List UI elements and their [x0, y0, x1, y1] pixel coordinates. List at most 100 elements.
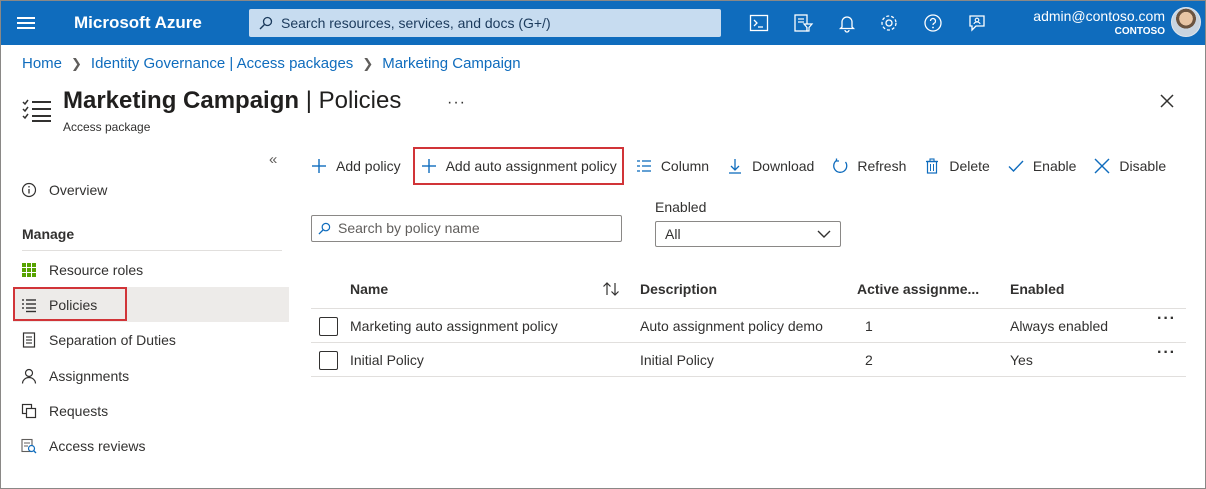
table-row[interactable]: Initial Policy Initial Policy 2 Yes ··· — [311, 342, 1186, 376]
policy-name-cell[interactable]: Marketing auto assignment policy — [350, 318, 558, 334]
policy-active-cell: 1 — [865, 318, 873, 334]
review-icon — [21, 438, 37, 453]
grid-icon — [22, 262, 36, 277]
add-policy-label: Add policy — [336, 158, 401, 174]
row-checkbox[interactable] — [319, 317, 338, 336]
add-auto-assignment-policy-button[interactable]: Add auto assignment policy — [412, 147, 624, 185]
table-row[interactable]: Marketing auto assignment policy Auto as… — [311, 308, 1186, 342]
chevron-right-icon: ❯ — [71, 55, 82, 71]
close-icon — [1094, 158, 1110, 174]
disable-label: Disable — [1119, 158, 1167, 174]
row-checkbox[interactable] — [319, 351, 338, 370]
column-button[interactable]: Column — [636, 147, 709, 185]
column-header-name[interactable]: Name — [350, 281, 388, 297]
policies-list-icon — [22, 99, 51, 122]
sidebar-item-requests[interactable]: Requests — [13, 393, 289, 428]
sidebar-item-access-reviews[interactable]: Access reviews — [13, 428, 289, 463]
delete-label: Delete — [949, 158, 990, 174]
sidebar-item-label: Assignments — [49, 367, 130, 384]
avatar[interactable] — [1171, 7, 1201, 37]
user-org: CONTOSO — [1114, 26, 1165, 37]
page-title-main: Marketing Campaign — [63, 87, 300, 114]
directory-filter-icon[interactable] — [792, 12, 814, 34]
help-icon[interactable] — [922, 12, 944, 34]
search-icon — [259, 16, 273, 30]
notifications-icon[interactable] — [836, 12, 858, 34]
sidebar-item-label: Access reviews — [49, 437, 146, 454]
user-email: admin@contoso.com — [1033, 8, 1165, 24]
sidebar-item-resource-roles[interactable]: Resource roles — [13, 252, 289, 287]
brand-title[interactable]: Microsoft Azure — [74, 13, 202, 33]
sidebar-item-assignments[interactable]: Assignments — [13, 358, 289, 393]
refresh-button[interactable]: Refresh — [832, 147, 906, 185]
search-icon — [318, 222, 331, 235]
chevron-right-icon: ❯ — [362, 55, 374, 71]
delete-button[interactable]: Delete — [924, 147, 990, 185]
policy-search-placeholder: Search by policy name — [338, 220, 480, 236]
global-search-input[interactable]: Search resources, services, and docs (G+… — [249, 9, 721, 37]
top-bar: Microsoft Azure Search resources, servic… — [1, 1, 1205, 45]
plus-icon — [421, 159, 436, 173]
policy-enabled-cell: Always enabled — [1010, 318, 1109, 334]
table-bottom-divider — [311, 376, 1186, 377]
global-search-placeholder: Search resources, services, and docs (G+… — [281, 15, 551, 31]
column-header-description[interactable]: Description — [640, 281, 717, 297]
download-icon — [729, 159, 742, 174]
enabled-filter-label: Enabled — [655, 199, 707, 215]
row-more-icon[interactable]: ··· — [1157, 344, 1176, 362]
policy-active-cell: 2 — [865, 352, 873, 368]
column-header-active-assignments[interactable]: Active assignme... — [857, 281, 979, 297]
policy-description-cell: Auto assignment policy demo — [640, 318, 823, 334]
enable-label: Enable — [1032, 158, 1077, 174]
person-icon — [21, 368, 37, 384]
policy-description-cell: Initial Policy — [640, 352, 714, 368]
sidebar-item-separation-of-duties[interactable]: Separation of Duties — [13, 322, 289, 357]
close-icon[interactable] — [1159, 93, 1175, 109]
download-label: Download — [752, 158, 815, 174]
plus-icon — [312, 159, 326, 173]
breadcrumb-identity-governance[interactable]: Identity Governance | Access packages — [91, 55, 353, 72]
policy-name-cell[interactable]: Initial Policy — [350, 352, 424, 368]
sidebar-item-label: Resource roles — [49, 261, 144, 278]
row-more-icon[interactable]: ··· — [1157, 310, 1176, 328]
disable-button[interactable]: Disable — [1094, 147, 1166, 185]
cloud-shell-icon[interactable] — [748, 12, 770, 34]
account-menu[interactable]: admin@contoso.com CONTOSO — [1033, 8, 1165, 37]
hamburger-menu-icon[interactable] — [17, 14, 35, 32]
feedback-icon[interactable] — [966, 12, 988, 34]
command-bar: Add policy Add auto assignment policy Co… — [311, 147, 1184, 185]
more-options-icon[interactable]: ··· — [447, 94, 466, 112]
page-subtitle: Access package — [63, 120, 151, 134]
enabled-filter-value: All — [665, 226, 681, 242]
page-title: Marketing Campaign | Policies — [63, 87, 401, 115]
sort-icon[interactable] — [602, 282, 620, 296]
refresh-icon — [833, 158, 848, 173]
checkmark-icon — [1008, 160, 1024, 173]
page-title-separator: | — [299, 87, 319, 114]
enabled-filter-dropdown[interactable]: All — [655, 221, 841, 247]
settings-icon[interactable] — [878, 12, 900, 34]
breadcrumb: Home ❯ Identity Governance | Access pack… — [22, 55, 521, 72]
policy-search-input[interactable]: Search by policy name — [311, 215, 622, 242]
column-label: Column — [660, 158, 710, 174]
columns-icon — [636, 160, 651, 172]
add-policy-button[interactable]: Add policy — [311, 147, 401, 185]
info-icon — [21, 182, 37, 197]
manage-section-label: Manage — [22, 226, 75, 242]
breadcrumb-marketing-campaign[interactable]: Marketing Campaign — [382, 55, 520, 72]
breadcrumb-home[interactable]: Home — [22, 55, 62, 72]
sidebar-item-label: Overview — [49, 181, 108, 198]
enable-button[interactable]: Enable — [1008, 147, 1077, 185]
column-header-enabled[interactable]: Enabled — [1010, 281, 1064, 297]
download-button[interactable]: Download — [727, 147, 814, 185]
sidebar-item-label: Separation of Duties — [49, 331, 176, 348]
add-auto-assignment-policy-label: Add auto assignment policy — [445, 158, 617, 174]
page-title-section: Policies — [318, 87, 402, 114]
collapse-sidebar-icon[interactable]: « — [269, 151, 277, 168]
requests-icon — [21, 403, 37, 418]
policy-enabled-cell: Yes — [1010, 352, 1033, 368]
policies-highlight — [13, 287, 127, 321]
chevron-down-icon — [817, 230, 831, 238]
trash-icon — [926, 158, 939, 174]
sidebar-item-overview[interactable]: Overview — [13, 172, 289, 207]
